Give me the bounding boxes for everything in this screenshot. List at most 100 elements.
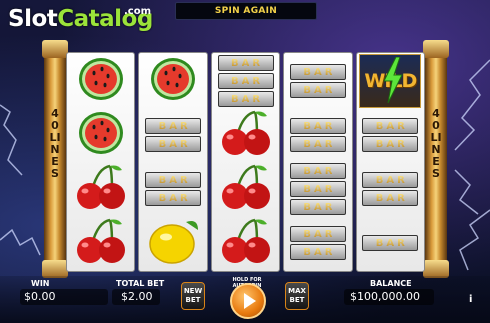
bar-letter: R	[397, 138, 405, 150]
bar-letter: R	[324, 84, 333, 96]
cherries-icon	[219, 216, 273, 270]
new-bet-button[interactable]: NEW BET	[181, 282, 205, 310]
bar-letter: B	[375, 192, 384, 204]
reel-5: WILDBARBARBARBARBAR	[355, 52, 426, 272]
bar-row: BAR	[145, 190, 202, 206]
reel-1	[66, 52, 136, 272]
bar-letter: R	[324, 165, 333, 177]
bar-letter: B	[158, 120, 167, 132]
bar-letter: B	[303, 165, 311, 177]
bar-icon: BARBAR	[289, 118, 346, 152]
bar-row: BAR	[362, 190, 419, 206]
bar-letter: R	[324, 183, 333, 195]
bar-row: BAR	[289, 199, 346, 215]
bar-letter: R	[397, 120, 405, 132]
paylines-label: 40 LINES	[430, 107, 442, 180]
logo-text-slot: Slot	[8, 6, 58, 32]
bar-letter: A	[314, 66, 322, 78]
bar-letter: B	[375, 120, 384, 132]
bar-letter: B	[375, 138, 384, 150]
bar-letter: B	[303, 201, 311, 213]
cherries-icon	[74, 162, 128, 216]
bar-letter: A	[169, 138, 177, 150]
paylines-indicator-right: 40 LINES	[423, 40, 449, 278]
balance-label: BALANCE	[370, 279, 412, 288]
bar-letter: A	[314, 228, 322, 240]
win-value: $0.00	[24, 290, 56, 303]
bar-letter: A	[169, 120, 177, 132]
bar-letter: B	[158, 138, 167, 150]
bar-letter: A	[314, 183, 322, 195]
bar-letter: B	[303, 66, 311, 78]
bar-row: BAR	[362, 172, 419, 188]
reel-symbol	[70, 55, 132, 107]
spin-icon	[244, 293, 256, 309]
bar-letter: R	[252, 57, 261, 69]
reel-symbol: BARBAR	[142, 109, 204, 161]
bar-letter: R	[252, 93, 261, 105]
bar-letter: B	[303, 228, 311, 240]
bar-icon: BARBAR	[145, 172, 202, 206]
reel-3: BARBARBAR	[210, 52, 281, 272]
bar-letter: R	[324, 66, 333, 78]
paylines-label: 40 LINES	[49, 107, 61, 180]
watermelon-icon	[148, 55, 198, 107]
bar-icon: BARBARBAR	[289, 163, 346, 215]
bar-letter: B	[158, 174, 167, 186]
bar-letter: R	[324, 201, 333, 213]
bar-row: BAR	[289, 118, 346, 134]
bar-letter: A	[314, 84, 322, 96]
bar-letter: A	[314, 201, 322, 213]
bar-letter: B	[230, 93, 239, 105]
bar-letter: B	[303, 84, 311, 96]
reel-symbol	[70, 163, 132, 215]
bar-letter: A	[314, 165, 322, 177]
bar-row: BAR	[145, 118, 202, 134]
reel-symbol	[70, 109, 132, 161]
reel-symbol: BARBAR	[359, 163, 421, 215]
cherries-icon	[219, 108, 273, 162]
cherries-icon	[74, 216, 128, 270]
bar-letter: R	[179, 174, 188, 186]
reel-symbol: BAR	[359, 217, 421, 269]
bar-letter: B	[303, 120, 311, 132]
bar-letter: R	[179, 192, 188, 204]
bar-letter: A	[241, 57, 250, 69]
bar-letter: A	[169, 174, 177, 186]
balance-value: $100,000.00	[350, 290, 420, 303]
bar-row: BAR	[362, 118, 419, 134]
reel-4: BARBARBARBARBARBARBARBARBAR	[283, 52, 353, 272]
bar-icon: BARBARBAR	[217, 55, 274, 107]
bar-letter: B	[230, 57, 239, 69]
frame-cap	[423, 40, 449, 58]
max-bet-button[interactable]: MAX BET	[285, 282, 309, 310]
bar-row: BAR	[217, 73, 274, 89]
bar-icon: BARBAR	[289, 226, 346, 260]
bar-letter: R	[324, 120, 333, 132]
bar-letter: R	[397, 237, 405, 249]
spin-button[interactable]	[230, 283, 266, 319]
bar-row: BAR	[289, 181, 346, 197]
bar-letter: R	[252, 75, 261, 87]
bar-row: BAR	[145, 172, 202, 188]
bar-row: BAR	[289, 136, 346, 152]
bar-letter: R	[397, 174, 405, 186]
reel-symbol: BAR BAR	[287, 55, 349, 107]
bar-letter: A	[314, 138, 322, 150]
win-label: WIN	[31, 279, 50, 288]
status-message: SPIN AGAIN	[175, 2, 317, 20]
total-bet-label: TOTAL BET	[116, 279, 165, 288]
reel-symbol: BAR BAR	[359, 109, 421, 161]
watermelon-icon	[76, 55, 126, 107]
bar-letter: A	[386, 174, 395, 186]
reel-symbol	[215, 217, 277, 269]
bar-letter: R	[179, 138, 188, 150]
wild-icon: WILD	[359, 54, 422, 108]
bar-row: BAR	[289, 226, 346, 242]
info-icon[interactable]: i	[469, 294, 472, 305]
bar-letter: A	[241, 75, 250, 87]
bar-row: BAR	[362, 136, 419, 152]
bar-letter: B	[230, 75, 239, 87]
bar-letter: B	[303, 138, 311, 150]
logo-suffix: .com	[124, 6, 152, 17]
